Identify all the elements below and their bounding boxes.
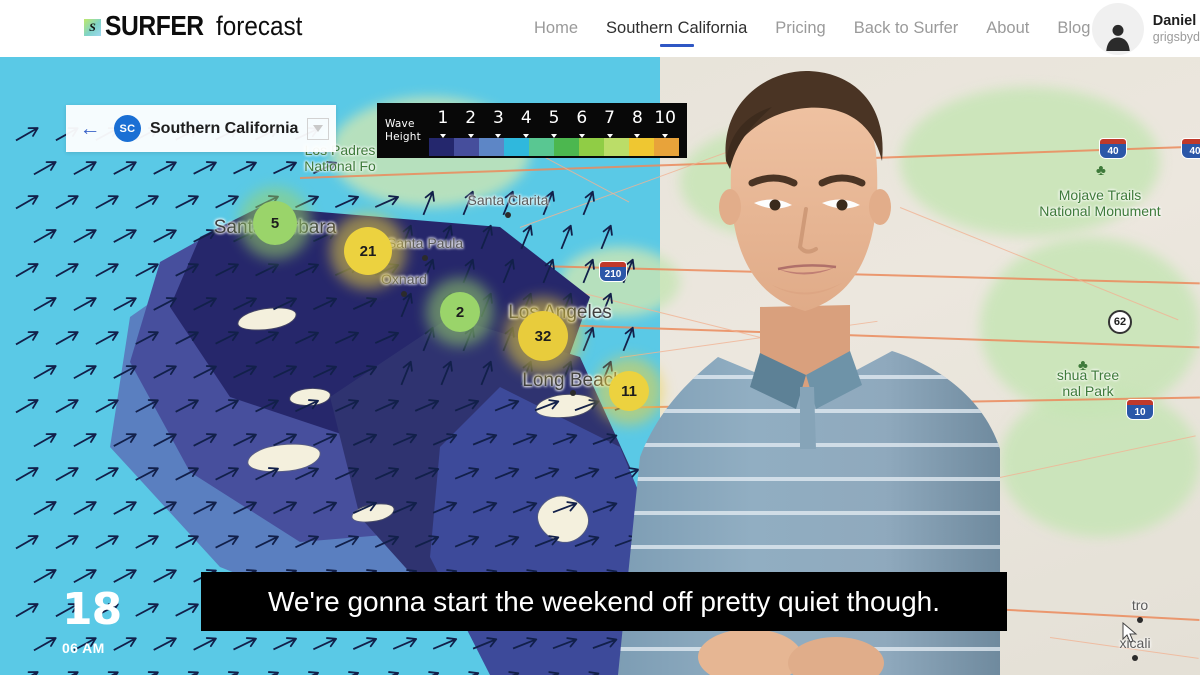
- app-window: Los Padres National FoSanta BarbaraSanta…: [0, 0, 1200, 675]
- mouse-cursor-icon: [1122, 621, 1138, 644]
- map-highway-shield: 10: [1127, 400, 1153, 419]
- legend-title-line1: Wave: [385, 118, 415, 131]
- nav-item-label: Home: [534, 19, 579, 37]
- legend-color-swatch: [554, 137, 579, 156]
- back-arrow-icon[interactable]: ←: [66, 105, 114, 152]
- nav-item-home[interactable]: Home: [520, 0, 592, 57]
- nav-item-label: Pricing: [775, 19, 826, 37]
- legend-color-swatch: [454, 137, 479, 156]
- legend-title: Wave Height: [385, 118, 425, 142]
- nav-item-back-to-surfer[interactable]: Back to Surfer: [840, 0, 973, 57]
- nav-item-label: About: [986, 19, 1030, 37]
- legend-tick: 3: [485, 108, 513, 134]
- legend-title-line2: Height: [385, 130, 421, 143]
- user-email: grigsbyd: [1152, 29, 1200, 44]
- site-header: S SURFER forecast Home Southern Californi…: [0, 0, 1200, 57]
- site-logo[interactable]: S SURFER forecast: [84, 10, 312, 42]
- caption-text: We're gonna start the weekend off pretty…: [267, 585, 941, 617]
- map-city-dot: [422, 255, 428, 261]
- nav-item-pricing[interactable]: Pricing: [761, 0, 839, 57]
- nav-item-label: Blog: [1057, 19, 1091, 37]
- map-city-dot: [505, 212, 511, 218]
- region-selector[interactable]: ← SC Southern California: [66, 105, 336, 152]
- buoy-marker[interactable]: 32: [504, 297, 582, 375]
- region-name-label: Southern California: [150, 119, 299, 137]
- nav-item-southern-california[interactable]: Southern California: [592, 0, 761, 57]
- logo-word-forecast: forecast: [216, 10, 303, 41]
- map-city-dot: [1132, 655, 1138, 661]
- buoy-marker[interactable]: 2: [426, 278, 494, 346]
- legend-color-swatch: [479, 137, 504, 156]
- map-label: Mojave Trails National Monument: [1039, 187, 1161, 220]
- timestamp-time: 06 AM: [62, 640, 105, 656]
- legend-tick: 2: [457, 108, 485, 134]
- map-city-dot: [570, 390, 576, 396]
- timestamp-day: 18: [62, 584, 122, 635]
- map-highway-shield: 40: [1182, 139, 1200, 158]
- user-account-block[interactable]: Daniel grigsbyd: [1091, 0, 1200, 57]
- user-name: Daniel: [1152, 12, 1197, 29]
- legend-color-swatch: [529, 137, 554, 156]
- user-avatar-icon: [1091, 2, 1144, 55]
- nav-item-about[interactable]: About: [972, 0, 1043, 57]
- nav-item-label: Back to Surfer: [853, 19, 959, 37]
- map-route-marker: 62: [1108, 310, 1132, 334]
- buoy-marker-value: 32: [534, 327, 552, 345]
- nav-item-label: Southern California: [606, 19, 748, 37]
- buoy-marker-value: 5: [270, 214, 280, 232]
- logo-badge-icon: S: [84, 18, 101, 36]
- legend-tick: 4: [512, 108, 540, 134]
- buoy-marker[interactable]: 21: [330, 213, 406, 289]
- nav-active-underline: [659, 44, 694, 47]
- legend-color-swatch: [429, 137, 454, 156]
- map-city-dot: [401, 291, 407, 297]
- tree-icon: ♣: [1096, 162, 1106, 179]
- legend-color-swatch: [504, 137, 529, 156]
- legend-tick: 1: [429, 108, 457, 134]
- buoy-marker-value: 2: [455, 303, 465, 321]
- forecast-timestamp: 18 06 AM: [62, 584, 122, 657]
- chevron-down-icon[interactable]: [307, 117, 330, 140]
- video-caption: We're gonna start the weekend off pretty…: [201, 572, 1007, 631]
- user-meta: Daniel grigsbyd: [1153, 13, 1200, 44]
- map-label: Santa Clarita: [467, 192, 549, 208]
- region-badge: SC: [114, 115, 141, 142]
- map-label: tro: [1131, 597, 1149, 613]
- legend-tick: 6: [568, 108, 596, 134]
- main-navigation: Home Southern California Pricing Back to Su…: [520, 0, 1104, 57]
- logo-word-surfer: SURFER: [105, 10, 204, 41]
- legend-tick: 5: [540, 108, 568, 134]
- map-label: shua Tree nal Park: [1056, 367, 1120, 400]
- map-highway-shield: 40: [1100, 139, 1126, 158]
- buoy-marker[interactable]: 5: [239, 187, 311, 259]
- map-vegetation-patch: [1000, 387, 1200, 537]
- buoy-marker-value: 21: [359, 242, 377, 260]
- tree-icon: ♣: [1078, 357, 1088, 374]
